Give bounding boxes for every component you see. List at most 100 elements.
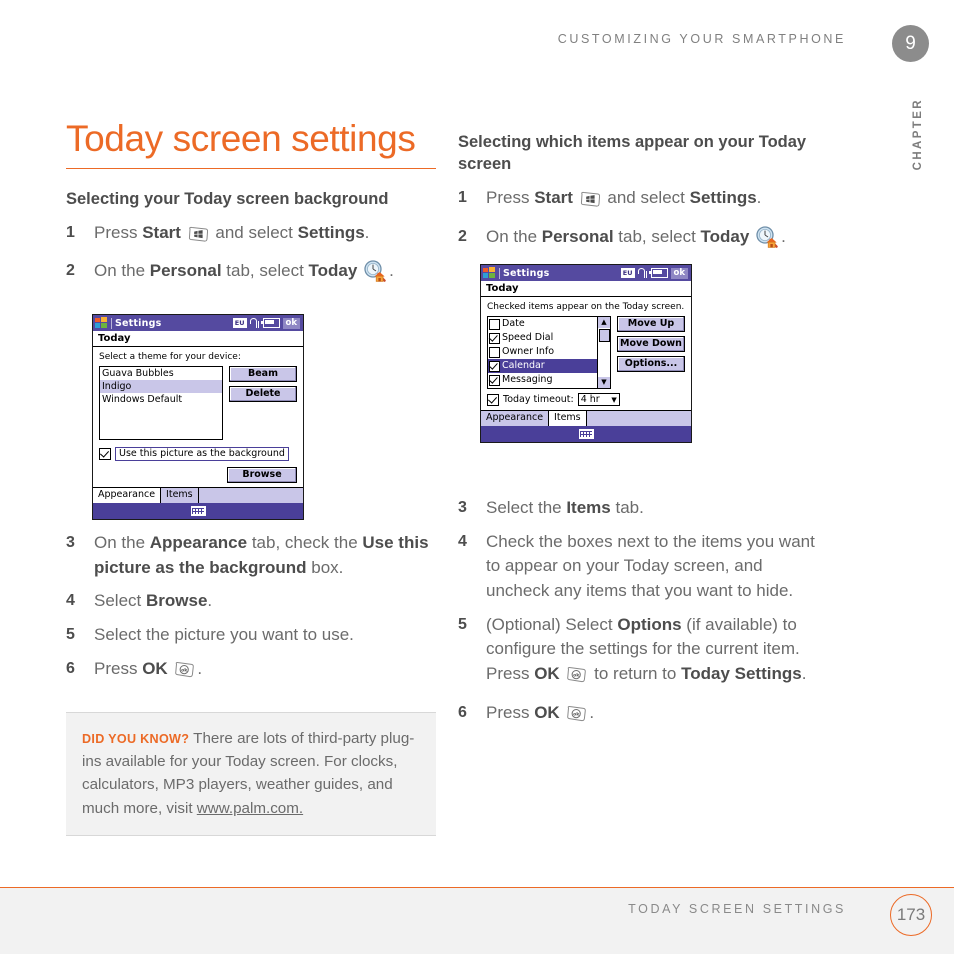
svg-text:ok: ok	[574, 711, 581, 717]
device-ok-button[interactable]: ok	[670, 267, 688, 279]
use-picture-checkbox-row[interactable]: Use this picture as the background	[99, 447, 297, 461]
keyboard-icon[interactable]	[190, 506, 206, 516]
list-item[interactable]: Guava Bubbles	[100, 367, 222, 380]
windows-logo-icon	[95, 317, 108, 329]
step-bold: Today	[308, 261, 358, 281]
network-mode-icon: EU	[232, 318, 247, 328]
list-item: 6 Press OK ok.	[66, 657, 436, 687]
list-item-label: Messaging	[502, 374, 553, 385]
device-status-tray: EU ok	[620, 267, 689, 279]
step-number: 6	[66, 659, 75, 677]
windows-logo-icon	[483, 267, 496, 279]
today-timeout-value: 4 hr	[580, 394, 600, 405]
signal-strength-icon	[637, 268, 648, 278]
tab-items[interactable]: Items	[161, 488, 199, 503]
device-body: Checked items appear on the Today screen…	[481, 297, 691, 410]
list-item[interactable]: Date	[488, 317, 597, 331]
step-text: Select the picture you want to use.	[94, 624, 354, 644]
page-title: Today screen settings	[66, 118, 416, 159]
today-settings-icon	[363, 260, 388, 290]
step-text: .	[756, 187, 762, 207]
signal-strength-icon	[249, 318, 260, 328]
left-subheading: Selecting your Today screen background	[66, 189, 389, 208]
step-text: tab, select	[613, 226, 701, 246]
step-text: On the	[486, 226, 542, 246]
scroll-down-arrow-icon[interactable]: ▼	[598, 377, 610, 388]
checkbox-unchecked-icon[interactable]	[489, 346, 500, 358]
chevron-down-icon[interactable]: ▼	[611, 396, 616, 404]
list-item[interactable]: Speed Dial	[488, 331, 597, 345]
move-down-button[interactable]: Move Down	[617, 336, 685, 352]
step-text: Press	[486, 187, 535, 207]
running-head: CUSTOMIZING YOUR SMARTPHONE	[557, 32, 846, 46]
today-timeout-dropdown[interactable]: 4 hr ▼	[577, 393, 620, 406]
step-text: .	[197, 658, 203, 678]
device-app-title: Settings	[115, 317, 162, 329]
tab-appearance[interactable]: Appearance	[481, 411, 550, 426]
step-number: 5	[66, 625, 75, 643]
titlebar-divider	[499, 267, 500, 279]
browse-button[interactable]: Browse	[227, 467, 297, 483]
did-you-know-box: DID YOU KNOW? There are lots of third-pa…	[66, 712, 436, 836]
device-ok-button[interactable]: ok	[282, 317, 300, 329]
theme-button-column: Beam Delete	[229, 366, 297, 402]
step-bold: Start	[142, 222, 181, 242]
device-body: Select a theme for your device: Guava Bu…	[93, 347, 303, 487]
tab-items[interactable]: Items	[549, 411, 587, 426]
step-number: 1	[66, 223, 75, 241]
device-page-header: Today	[93, 331, 303, 347]
step-number: 5	[458, 615, 467, 633]
items-selection-row: Date Speed Dial Owner Info Calendar Mess…	[487, 316, 685, 389]
palm-website-link[interactable]: www.palm.com.	[197, 800, 303, 817]
scroll-up-arrow-icon[interactable]: ▲	[598, 317, 610, 328]
items-list[interactable]: Date Speed Dial Owner Info Calendar Mess…	[488, 317, 597, 388]
tab-appearance[interactable]: Appearance	[93, 488, 162, 503]
step-text: .	[389, 261, 394, 281]
checkbox-checked-icon[interactable]	[489, 360, 500, 372]
items-scrollbar[interactable]: ▲ ▼	[597, 317, 610, 388]
device-softbar	[481, 426, 691, 442]
device-tabbar: Appearance Items	[93, 487, 303, 503]
step-bold: Settings	[297, 222, 365, 242]
step-text: tab, select	[221, 261, 309, 281]
chapter-label: CHAPTER	[912, 98, 924, 171]
list-item-selected[interactable]: Calendar	[488, 359, 597, 373]
scrollbar-thumb[interactable]	[598, 329, 610, 342]
today-settings-icon	[755, 225, 780, 256]
list-item[interactable]: Messaging	[488, 373, 597, 387]
step-number: 6	[458, 703, 467, 721]
device-app-title: Settings	[503, 267, 550, 279]
checkbox-checked-icon[interactable]	[489, 332, 500, 344]
step-text: .	[364, 222, 370, 242]
checkbox-checked-icon[interactable]	[487, 393, 499, 406]
list-item-selected[interactable]: Indigo	[100, 380, 222, 393]
options-button[interactable]: Options...	[617, 356, 685, 372]
list-item: 2 On the Personal tab, select Today .	[66, 259, 436, 290]
ok-key-icon: ok	[565, 705, 588, 731]
move-up-button[interactable]: Move Up	[617, 316, 685, 332]
step-text: Press	[486, 702, 535, 722]
device-prompt: Select a theme for your device:	[99, 352, 241, 362]
device-screenshot-items: Settings EU ok Today Checked items appea…	[480, 264, 692, 443]
theme-listbox[interactable]: Guava Bubbles Indigo Windows Default	[99, 366, 223, 440]
list-item: 5 (Optional) Select Options (if available…	[458, 613, 830, 692]
list-item[interactable]: Owner Info	[488, 345, 597, 359]
beam-button[interactable]: Beam	[229, 366, 297, 382]
step-bold: Personal	[541, 226, 614, 246]
checkbox-checked-icon[interactable]	[489, 374, 500, 386]
checkbox-unchecked-icon[interactable]	[489, 318, 500, 330]
network-mode-icon: EU	[620, 268, 635, 278]
delete-button[interactable]: Delete	[229, 386, 297, 402]
step-text: Press	[94, 658, 143, 678]
items-listbox[interactable]: Date Speed Dial Owner Info Calendar Mess…	[487, 316, 611, 389]
items-button-column: Move Up Move Down Options...	[617, 316, 685, 372]
step-text: Press	[94, 222, 143, 242]
list-item: 3 Select the Items tab.	[458, 496, 830, 521]
list-item[interactable]: Windows Default	[100, 393, 222, 406]
keyboard-icon[interactable]	[578, 429, 594, 439]
step-text: .	[207, 591, 213, 611]
step-number: 3	[458, 499, 467, 517]
checkbox-checked-icon[interactable]	[99, 448, 111, 460]
title-rule	[66, 167, 436, 169]
today-timeout-row[interactable]: Today timeout: 4 hr ▼	[487, 393, 685, 406]
